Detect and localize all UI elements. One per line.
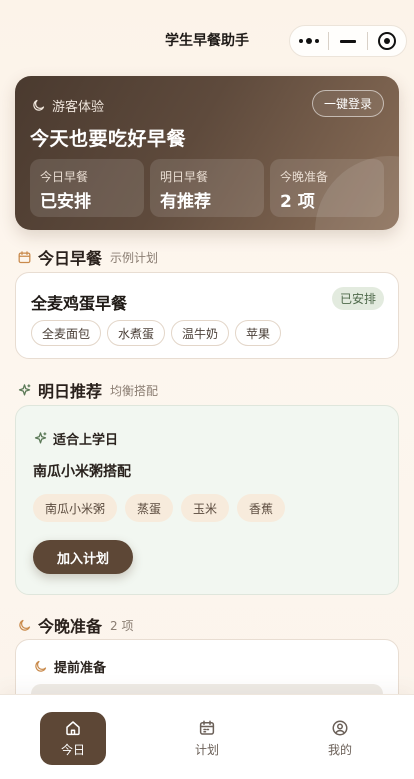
tab-label: 今日: [60, 743, 85, 757]
guest-tag: 游客体验: [31, 96, 104, 115]
recommend-meal-name: 南瓜小米粥搭配: [33, 464, 131, 480]
section-subtitle: 均衡搭配: [110, 383, 159, 398]
tomorrow-recommend-card: 适合上学日 南瓜小米粥搭配 南瓜小米粥 蒸蛋 玉米 香蕉 加入计划: [15, 405, 399, 595]
sparkle-icon: [18, 383, 31, 395]
food-chip: 蒸蛋: [125, 494, 174, 522]
food-chip: 南瓜小米粥: [33, 494, 118, 522]
moon-icon: [35, 660, 47, 672]
top-navbar: 学生早餐助手: [0, 0, 414, 64]
hero-title: 今天也要吃好早餐: [30, 128, 187, 150]
guest-tag-label: 游客体验: [52, 100, 105, 115]
stat-tomorrow[interactable]: 明日早餐 有推荐: [150, 159, 264, 217]
food-chip: 香蕉: [237, 494, 286, 522]
prep-tag-label: 提前准备: [54, 661, 107, 676]
more-dots-icon: [299, 38, 319, 44]
moon-icon: [19, 619, 31, 631]
stat-today[interactable]: 今日早餐 已安排: [30, 159, 144, 217]
meal-name: 全麦鸡蛋早餐: [31, 294, 128, 313]
stat-label: 今晚准备: [280, 170, 329, 184]
food-chip: 苹果: [235, 320, 282, 346]
food-chip: 全麦面包: [31, 320, 102, 346]
moon-icon: [33, 99, 45, 111]
tab-label: 我的: [327, 743, 352, 757]
user-icon: [332, 720, 348, 736]
stat-tonight[interactable]: 今晚准备 2 项: [270, 159, 384, 217]
stat-value: 2 项: [280, 192, 315, 212]
one-click-login-button[interactable]: 一键登录: [312, 90, 384, 117]
sparkle-icon: [34, 432, 47, 444]
section-subtitle: 2 项: [110, 618, 134, 633]
app-screen: 学生早餐助手 游客体验 一键登录 今天也要吃好早餐 今日早餐 已安排 明日早餐 …: [0, 0, 414, 779]
mini-program-capsule: [289, 25, 407, 57]
status-badge: 已安排: [332, 287, 384, 310]
tab-label: 计划: [194, 743, 219, 757]
recommend-tag: 适合上学日: [33, 429, 118, 448]
stat-label: 今日早餐: [40, 170, 89, 184]
recommend-tag-label: 适合上学日: [53, 433, 119, 448]
bottom-tabbar: 今日 计划 我的: [0, 694, 414, 779]
hero-card: 游客体验 一键登录 今天也要吃好早餐 今日早餐 已安排 明日早餐 有推荐 今晚准…: [15, 76, 399, 230]
minimize-button[interactable]: [329, 26, 367, 56]
tonight-section-header: 今晚准备 2 项: [17, 613, 133, 637]
food-chip: 玉米: [181, 494, 230, 522]
recommend-food-list: 南瓜小米粥 蒸蛋 玉米 香蕉: [33, 494, 286, 522]
stat-value: 已安排: [40, 192, 91, 212]
minimize-icon: [340, 39, 356, 43]
calendar-icon: [199, 720, 215, 735]
stat-value: 有推荐: [160, 192, 211, 212]
tomorrow-section-header: 明日推荐 均衡搭配: [17, 378, 158, 402]
tab-today[interactable]: 今日: [40, 712, 106, 765]
close-target-icon: [378, 32, 396, 50]
today-section-header: 今日早餐 示例计划: [17, 245, 158, 269]
add-to-plan-button[interactable]: 加入计划: [33, 540, 133, 574]
section-subtitle: 示例计划: [110, 250, 159, 265]
food-chip: 水煮蛋: [107, 320, 166, 346]
prep-tag: 提前准备: [33, 657, 106, 676]
more-button[interactable]: [290, 26, 328, 56]
calendar-icon: [18, 250, 31, 263]
stat-label: 明日早餐: [160, 170, 209, 184]
today-food-list: 全麦面包 水煮蛋 温牛奶 苹果: [31, 320, 282, 346]
today-meal-card[interactable]: 全麦鸡蛋早餐 已安排 全麦面包 水煮蛋 温牛奶 苹果: [15, 272, 399, 359]
home-icon: [66, 721, 80, 736]
section-title: 明日推荐: [38, 382, 103, 401]
tab-mine[interactable]: 我的: [307, 712, 373, 765]
close-button[interactable]: [368, 26, 406, 56]
food-chip: 温牛奶: [171, 320, 230, 346]
tab-plan[interactable]: 计划: [174, 712, 240, 765]
section-title: 今晚准备: [38, 617, 103, 636]
section-title: 今日早餐: [38, 249, 103, 268]
